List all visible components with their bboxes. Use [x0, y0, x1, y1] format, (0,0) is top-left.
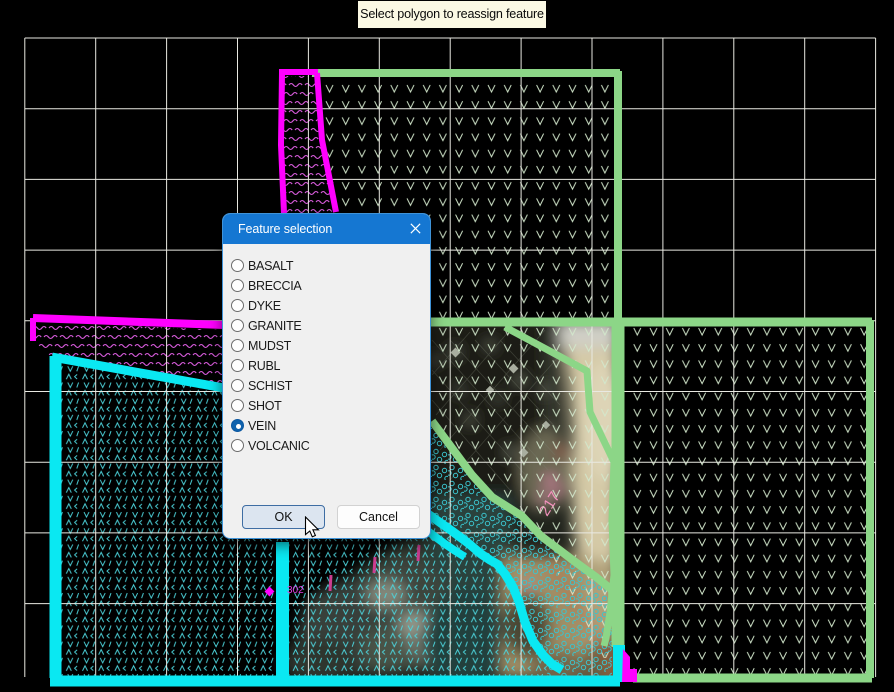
svg-text:302: 302: [287, 585, 304, 596]
